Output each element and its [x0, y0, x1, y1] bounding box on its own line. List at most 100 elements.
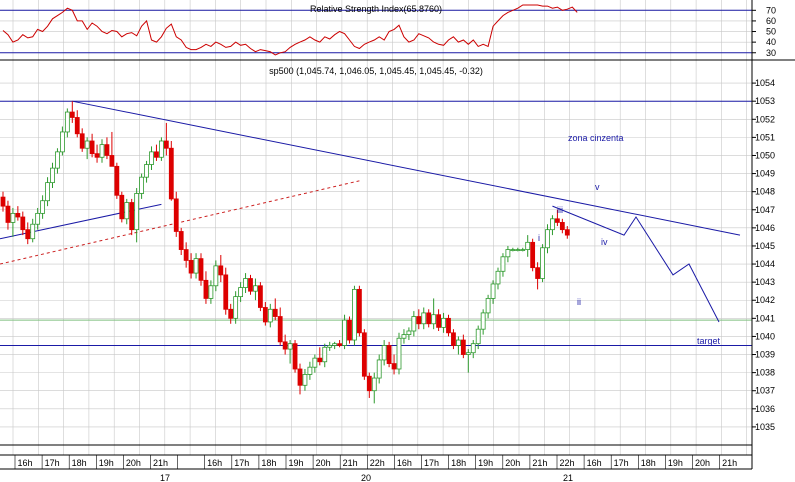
candle-body: [257, 285, 263, 308]
candle-body: [60, 131, 65, 153]
candle-body: [79, 133, 85, 149]
candle-body: [525, 241, 531, 250]
candle-body: [371, 377, 377, 392]
candle-body: [203, 279, 209, 299]
trendlines: [0, 100, 741, 265]
candle-body: [163, 140, 169, 149]
date-label-17: 17: [160, 473, 170, 482]
candle-body: [441, 317, 446, 328]
x-tick-label: 19h: [668, 458, 683, 468]
price-tick-label: 1052: [755, 114, 775, 124]
candle-body: [238, 287, 244, 298]
rsi-panel: 3040506070 Relative Strength Index(65.87…: [0, 0, 776, 60]
price-tick-label: 1037: [755, 386, 775, 396]
x-tick-label: 16h: [207, 458, 222, 468]
x-axis-ticks: 16h 17h 18h 19h 20h 21h 16h 17h 18h 19h 20h 21h 22h 1…: [14, 455, 737, 469]
candle-body: [104, 144, 110, 156]
price-tick-label: 1045: [755, 241, 775, 251]
candle-body: [228, 308, 234, 319]
candle-body: [352, 288, 357, 341]
x-tick-label: 17h: [614, 458, 629, 468]
candle-body: [297, 368, 303, 386]
candle-body: [555, 218, 560, 223]
rsi-tick-label: 30: [766, 48, 776, 58]
x-tick-label: 21h: [343, 458, 358, 468]
candle-body: [35, 212, 41, 225]
candle-body: [168, 147, 174, 200]
annotation-wave-ii: ii: [577, 297, 581, 307]
candle-body: [426, 312, 432, 325]
annotation-wave-i: i: [538, 233, 540, 243]
date-label-21: 21: [563, 473, 573, 482]
candle-body: [173, 198, 179, 232]
x-tick-label: 19h: [288, 458, 303, 468]
candle-body: [198, 258, 204, 281]
date-label-20: 20: [361, 473, 371, 482]
price-grid: [0, 60, 752, 455]
candle-body: [277, 316, 283, 343]
candle-body: [188, 260, 194, 274]
candle-body: [505, 249, 511, 258]
candle-body: [485, 298, 491, 314]
price-tick-label: 1051: [755, 132, 775, 142]
rsi-y-axis: 3040506070: [752, 5, 776, 58]
x-tick-label: 17h: [45, 458, 60, 468]
x-axis: 16h 17h 18h 19h 20h 21h 16h 17h 18h 19h 20h 21h 22h 1…: [0, 454, 752, 482]
annotation-wave-v: v: [595, 182, 600, 192]
x-tick-label: 21h: [532, 458, 547, 468]
horizontal-levels: [0, 100, 752, 346]
rsi-tick-label: 60: [766, 16, 776, 26]
candle-body: [55, 151, 60, 169]
candle-body: [302, 374, 308, 386]
candle-body: [223, 274, 229, 310]
candle-body: [119, 194, 125, 220]
annotation-target: target: [697, 336, 721, 346]
candle-body: [158, 140, 164, 158]
candle-body: [30, 223, 36, 240]
x-tick-label: 19h: [478, 458, 493, 468]
candle-body: [99, 144, 105, 158]
candle-body: [149, 151, 154, 165]
candle-body: [401, 334, 407, 339]
candle-body: [178, 231, 184, 250]
price-y-axis: 1035 1036 1037 1038 1039 1040 1041 1042 1043 1044…: [752, 78, 775, 432]
candle-body: [490, 283, 496, 299]
price-tick-label: 1049: [755, 169, 775, 179]
candle-body: [144, 164, 149, 178]
candle-body: [243, 278, 248, 288]
annotation-zona-cinzenta: zona cinzenta: [568, 133, 624, 143]
candle-body: [520, 249, 526, 251]
candle-body: [366, 375, 372, 392]
x-tick-label: 18h: [72, 458, 87, 468]
candle-body: [64, 111, 70, 133]
candle-body: [332, 343, 338, 346]
candle-body: [154, 151, 159, 158]
candle-body: [535, 267, 540, 279]
x-tick-label: 16h: [17, 458, 32, 468]
candle-body: [20, 216, 26, 231]
candle-body: [15, 212, 21, 218]
x-tick-label: 18h: [261, 458, 276, 468]
annotation-wave-iv: iv: [601, 237, 608, 247]
candle-body: [69, 111, 75, 118]
candle-body: [109, 155, 115, 167]
candle-body: [455, 339, 461, 346]
stock-chart: 3040506070 Relative Strength Index(65.87…: [0, 0, 795, 482]
candle-body: [45, 182, 50, 202]
candle-body: [361, 332, 367, 377]
x-tick-label: 20h: [695, 458, 710, 468]
price-tick-label: 1050: [755, 150, 775, 160]
candle-body: [396, 337, 402, 370]
x-tick-label: 17h: [424, 458, 439, 468]
candle-body: [421, 312, 427, 325]
candle-body: [208, 285, 214, 299]
dashed-channel-line: [0, 180, 360, 265]
price-tick-label: 1039: [755, 350, 775, 360]
candle-body: [183, 249, 189, 261]
candle-body: [139, 176, 145, 194]
candle-body: [134, 193, 140, 231]
candle-body: [272, 308, 278, 317]
candle-body: [559, 222, 565, 231]
candle-body: [470, 343, 476, 354]
candle-body: [564, 229, 570, 236]
